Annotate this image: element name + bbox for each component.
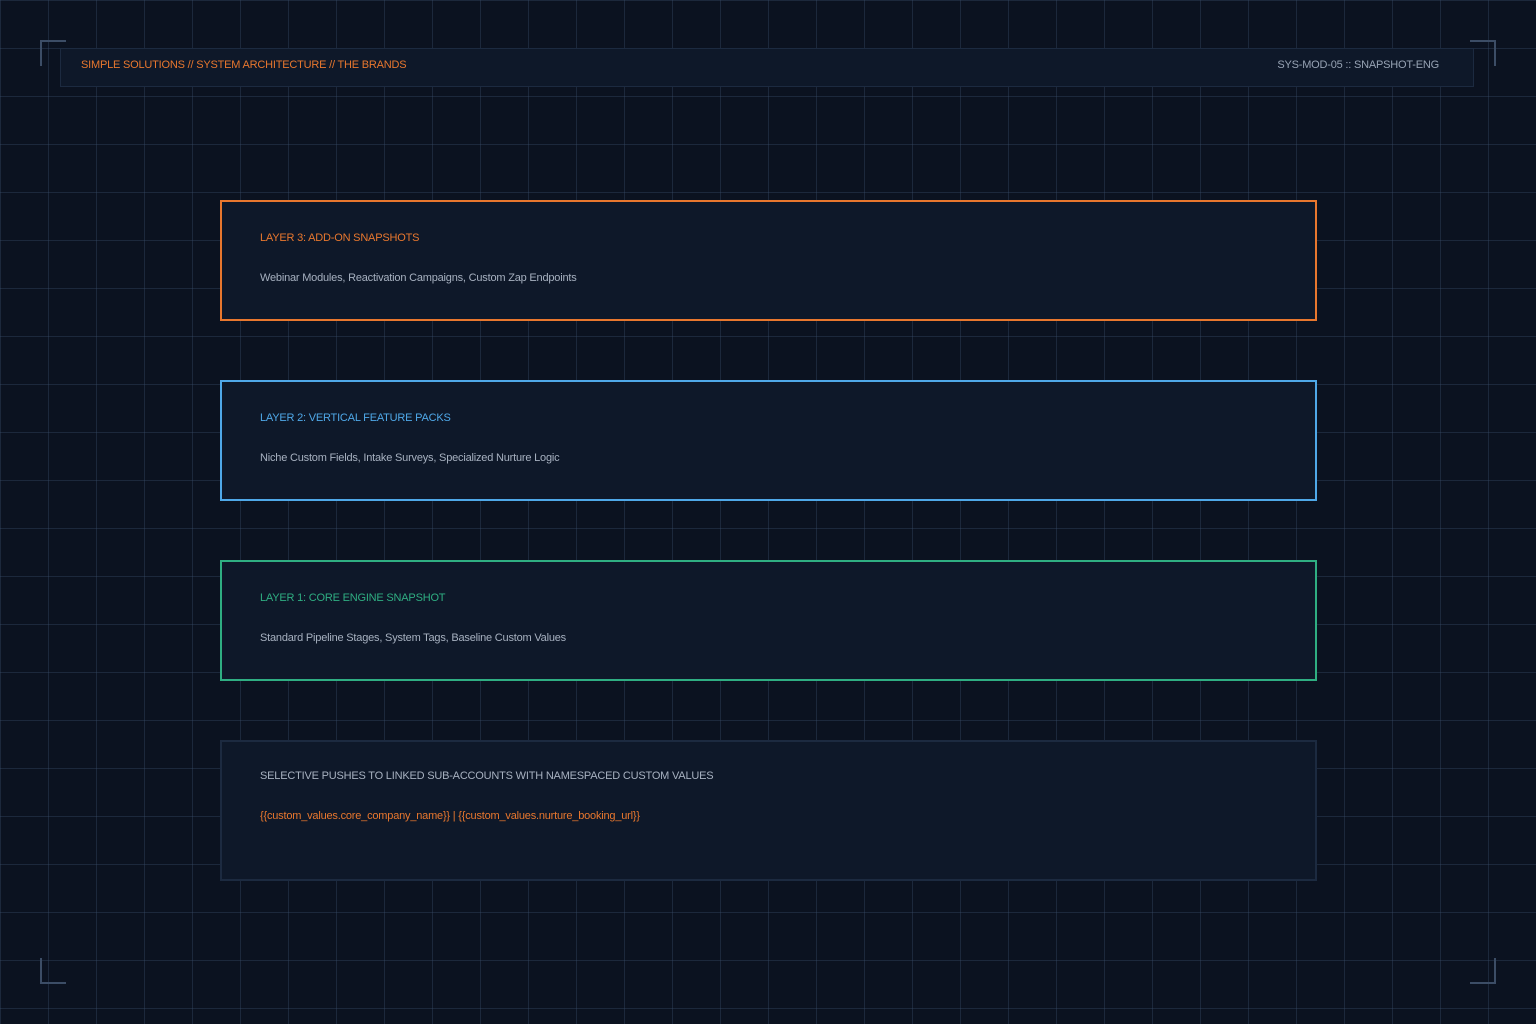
push-title: SELECTIVE PUSHES TO LINKED SUB-ACCOUNTS … — [260, 770, 714, 782]
layer-3-add-on-snapshots: LAYER 3: ADD-ON SNAPSHOTS Webinar Module… — [220, 200, 1317, 321]
custom-values-code: {{custom_values.core_company_name}} | {{… — [260, 810, 640, 822]
frame-corner-bottom-left — [40, 958, 66, 984]
layer-2-vertical-feature-packs: LAYER 2: VERTICAL FEATURE PACKS Niche Cu… — [220, 380, 1317, 501]
module-id: SYS-MOD-05 :: SNAPSHOT-ENG — [1277, 59, 1439, 71]
header-bar: SIMPLE SOLUTIONS // SYSTEM ARCHITECTURE … — [60, 48, 1474, 87]
layer-description: Niche Custom Fields, Intake Surveys, Spe… — [260, 452, 560, 464]
layer-title: LAYER 2: VERTICAL FEATURE PACKS — [260, 412, 451, 424]
frame-corner-bottom-right — [1470, 958, 1496, 984]
layer-title: LAYER 1: CORE ENGINE SNAPSHOT — [260, 592, 446, 604]
selective-push-panel: SELECTIVE PUSHES TO LINKED SUB-ACCOUNTS … — [220, 740, 1317, 881]
layer-description: Webinar Modules, Reactivation Campaigns,… — [260, 272, 577, 284]
layer-1-core-engine-snapshot: LAYER 1: CORE ENGINE SNAPSHOT Standard P… — [220, 560, 1317, 681]
layer-title: LAYER 3: ADD-ON SNAPSHOTS — [260, 232, 420, 244]
layer-description: Standard Pipeline Stages, System Tags, B… — [260, 632, 566, 644]
breadcrumb: SIMPLE SOLUTIONS // SYSTEM ARCHITECTURE … — [81, 59, 407, 71]
